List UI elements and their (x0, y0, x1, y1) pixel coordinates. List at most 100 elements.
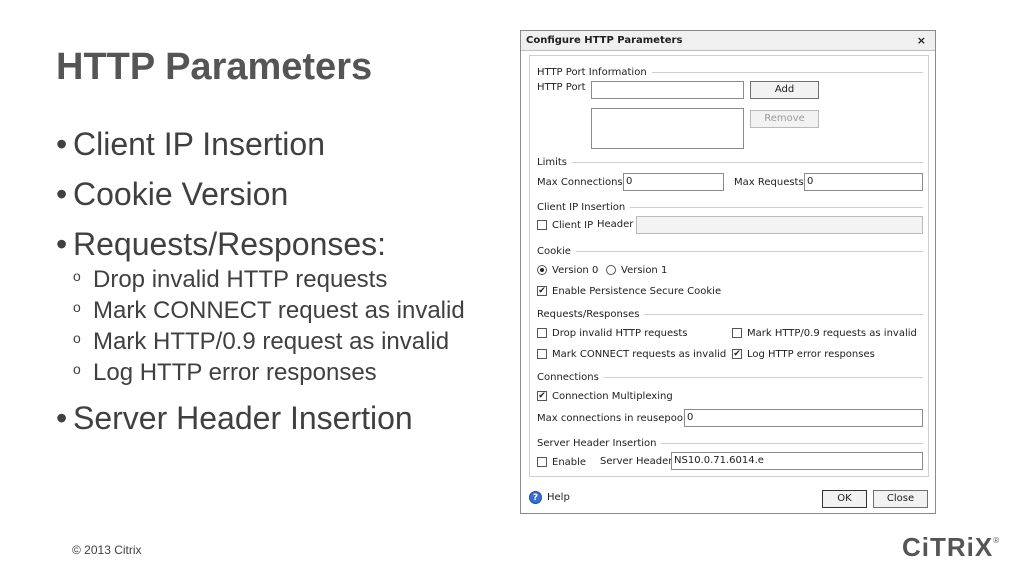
section-cookie: Cookie (537, 245, 923, 257)
close-button[interactable]: Close (873, 490, 928, 508)
section-label: Server Header Insertion (537, 437, 657, 449)
version1-radio[interactable]: Version 1 (606, 263, 667, 277)
sub-bullet-item: o Mark HTTP/0.9 request as invalid (56, 328, 506, 359)
dialog-footer: ? Help OK Close (521, 483, 935, 513)
bullet-text: Client IP Insertion (73, 126, 325, 162)
section-label: Limits (537, 156, 567, 168)
bullet-list: • Client IP Insertion • Cookie Version •… (56, 126, 506, 450)
bullet-item: • Requests/Responses: (56, 226, 506, 266)
dialog-title: Configure HTTP Parameters (526, 35, 683, 46)
mark-connect-checkbox[interactable]: Mark CONNECT requests as invalid (537, 347, 726, 361)
http-port-label: HTTP Port (537, 82, 586, 93)
bullet-text: Cookie Version (73, 176, 289, 212)
checkbox-label: Connection Multiplexing (552, 390, 673, 402)
server-header-input[interactable]: NS10.0.71.6014.e (671, 452, 923, 470)
sub-bullet-item: o Log HTTP error responses (56, 359, 506, 390)
dialog-content: HTTP Port Information HTTP Port Add Remo… (529, 55, 929, 477)
section-requests: Requests/Responses (537, 308, 923, 320)
bullet-dot: • (56, 176, 68, 212)
sub-bullet-glyph: o (73, 299, 81, 315)
section-server-header: Server Header Insertion (537, 437, 923, 449)
copyright-footer: © 2013 Citrix (72, 543, 142, 557)
configure-http-dialog: Configure HTTP Parameters × HTTP Port In… (520, 30, 936, 514)
checkbox-label: Mark CONNECT requests as invalid (552, 348, 727, 360)
radio-selected-icon[interactable] (537, 265, 547, 275)
checkbox-box[interactable] (732, 328, 742, 338)
checkbox-label: Drop invalid HTTP requests (552, 327, 688, 339)
section-http-port: HTTP Port Information (537, 66, 923, 78)
version0-radio[interactable]: Version 0 (537, 263, 598, 277)
citrix-logo: CiTRiX® (902, 532, 1000, 563)
max-connections-label: Max Connections (537, 177, 623, 188)
logo-text: CiTRiX (902, 532, 994, 562)
bullet-dot: • (56, 126, 68, 162)
checkbox-label: Enable Persistence Secure Cookie (552, 285, 722, 297)
help-link[interactable]: ? Help (529, 491, 570, 504)
bullet-item: • Server Header Insertion (56, 400, 506, 450)
sub-bullet-glyph: o (73, 330, 81, 346)
ok-button[interactable]: OK (822, 490, 867, 508)
max-reuse-input[interactable]: 0 (684, 409, 923, 427)
section-label: Requests/Responses (537, 308, 640, 320)
checkbox-label: Mark HTTP/0.9 requests as invalid (747, 327, 917, 339)
remove-button[interactable]: Remove (750, 110, 819, 128)
mark-http09-checkbox[interactable]: Mark HTTP/0.9 requests as invalid (732, 326, 917, 340)
sub-bullet-glyph: o (73, 268, 81, 284)
checkbox-box[interactable] (537, 457, 547, 467)
section-limits: Limits (537, 156, 923, 168)
persistence-cookie-checkbox[interactable]: ✔ Enable Persistence Secure Cookie (537, 284, 721, 298)
add-button[interactable]: Add (750, 81, 819, 99)
checkbox-label: Enable (552, 456, 587, 468)
client-ip-header-label: Header (597, 219, 634, 230)
checkbox-box[interactable] (537, 349, 547, 359)
radio-label: Version 1 (621, 264, 668, 276)
checkbox-label: Log HTTP error responses (747, 348, 875, 360)
sub-bullet-text: Mark HTTP/0.9 request as invalid (93, 328, 450, 355)
server-header-label: Server Header (600, 456, 673, 467)
bullet-item: • Cookie Version (56, 176, 506, 226)
help-label: Help (547, 492, 570, 503)
bullet-dot: • (56, 226, 68, 262)
slide-title: HTTP Parameters (56, 46, 373, 88)
log-errors-checkbox[interactable]: ✔ Log HTTP error responses (732, 347, 875, 361)
bullet-text: Requests/Responses: (73, 226, 387, 262)
server-header-enable-checkbox[interactable]: Enable (537, 455, 586, 469)
max-requests-label: Max Requests (734, 177, 804, 188)
max-connections-input[interactable]: 0 (623, 173, 724, 191)
checkbox-checked[interactable]: ✔ (732, 349, 742, 359)
client-ip-checkbox[interactable]: Client IP (537, 218, 593, 232)
http-port-list[interactable] (591, 108, 744, 149)
checkbox-checked[interactable]: ✔ (537, 286, 547, 296)
multiplexing-checkbox[interactable]: ✔ Connection Multiplexing (537, 389, 673, 403)
section-label: HTTP Port Information (537, 66, 647, 78)
dialog-titlebar: Configure HTTP Parameters × (521, 31, 935, 51)
sub-bullet-text: Log HTTP error responses (93, 359, 377, 386)
sub-bullet-glyph: o (73, 361, 81, 377)
checkbox-checked[interactable]: ✔ (537, 391, 547, 401)
checkbox-box[interactable] (537, 220, 547, 230)
http-port-input[interactable] (591, 81, 744, 99)
section-client-ip: Client IP Insertion (537, 201, 923, 213)
max-requests-input[interactable]: 0 (804, 173, 923, 191)
max-reuse-label: Max connections in reusepool (537, 413, 686, 424)
section-connections: Connections (537, 371, 923, 383)
client-ip-header-input[interactable] (636, 216, 923, 234)
radio-label: Version 0 (552, 264, 599, 276)
bullet-item: • Client IP Insertion (56, 126, 506, 176)
sub-bullet-text: Drop invalid HTTP requests (93, 266, 388, 293)
section-label: Cookie (537, 245, 571, 257)
radio-unselected-icon[interactable] (606, 265, 616, 275)
sub-bullet-item: o Mark CONNECT request as invalid (56, 297, 506, 328)
checkbox-box[interactable] (537, 328, 547, 338)
section-label: Connections (537, 371, 599, 383)
checkbox-label: Client IP (552, 219, 594, 231)
drop-invalid-checkbox[interactable]: Drop invalid HTTP requests (537, 326, 687, 340)
bullet-dot: • (56, 400, 68, 436)
sub-bullet-item: o Drop invalid HTTP requests (56, 266, 506, 297)
help-icon[interactable]: ? (529, 491, 542, 504)
sub-bullet-text: Mark CONNECT request as invalid (93, 297, 465, 324)
registered-mark: ® (993, 536, 1001, 545)
section-label: Client IP Insertion (537, 201, 626, 213)
close-icon[interactable]: × (917, 34, 926, 47)
bullet-text: Server Header Insertion (73, 400, 413, 436)
